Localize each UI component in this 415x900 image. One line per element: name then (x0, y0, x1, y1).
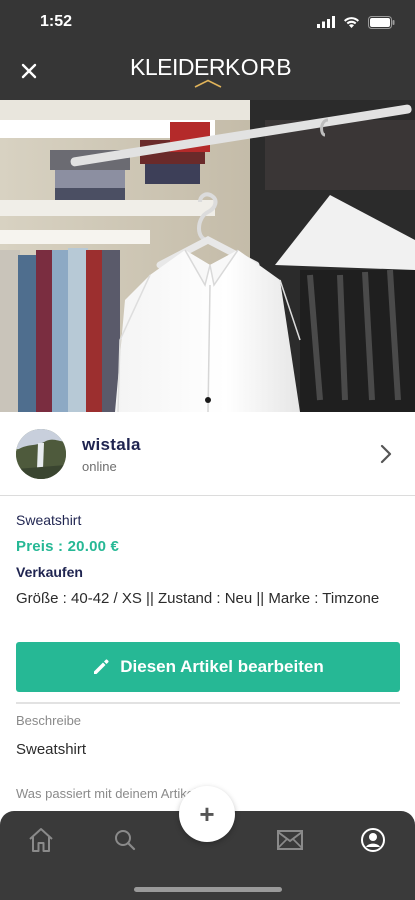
article-attributes: Größe : 40-42 / XS || Zustand : Neu || M… (16, 590, 380, 607)
seller-row[interactable]: wistala online (0, 412, 415, 496)
battery-icon (368, 15, 395, 29)
add-article-button[interactable]: + (179, 786, 235, 842)
what-happens-label: Was passiert mit deinem Artikel (16, 786, 197, 801)
divider (16, 702, 400, 704)
wifi-icon (344, 17, 359, 28)
status-bar: 1:52 (0, 0, 415, 44)
article-photo[interactable] (0, 100, 415, 412)
home-icon (29, 828, 53, 852)
nav-bar: KLEIDERKORB (0, 44, 415, 100)
edit-article-label: Diesen Artikel bearbeiten (120, 657, 324, 676)
app-logo: KLEIDERKORB (130, 54, 292, 90)
pencil-icon (94, 659, 109, 674)
edit-article-button[interactable]: Diesen Artikel bearbeiten (16, 642, 400, 692)
description-value[interactable]: Sweatshirt (16, 741, 86, 758)
tab-search[interactable] (108, 823, 142, 857)
article-mode: Verkaufen (16, 564, 83, 580)
tab-profile[interactable] (356, 823, 390, 857)
seller-name[interactable]: wistala (82, 435, 141, 455)
profile-icon (361, 828, 385, 852)
tab-messages[interactable] (273, 823, 307, 857)
close-icon (21, 63, 37, 79)
logo-text-light: KLEIDER (130, 54, 225, 80)
status-time: 1:52 (40, 13, 73, 30)
seller-status: online (82, 459, 117, 474)
close-button[interactable] (14, 56, 44, 86)
tab-home[interactable] (24, 823, 58, 857)
article-title: Sweatshirt (16, 512, 82, 528)
top-bar: 1:52 KLEIDERKORB (0, 0, 415, 100)
seller-avatar[interactable] (16, 429, 66, 479)
plus-icon: + (199, 799, 215, 829)
article-photo-illustration (0, 100, 415, 412)
mail-icon (277, 830, 303, 850)
hanger-mark-icon (194, 79, 222, 88)
logo-text-bold: KORB (224, 54, 293, 80)
signal-icon (317, 16, 335, 28)
article-price: Preis : 20.00 € (16, 538, 120, 555)
search-icon (115, 830, 136, 851)
home-indicator (134, 887, 282, 892)
avatar-image (16, 429, 66, 479)
logo-text: KLEIDERKORB (130, 54, 292, 80)
description-label: Beschreibe (16, 713, 82, 728)
chevron-right-icon[interactable] (377, 442, 395, 466)
status-icons (317, 14, 395, 30)
